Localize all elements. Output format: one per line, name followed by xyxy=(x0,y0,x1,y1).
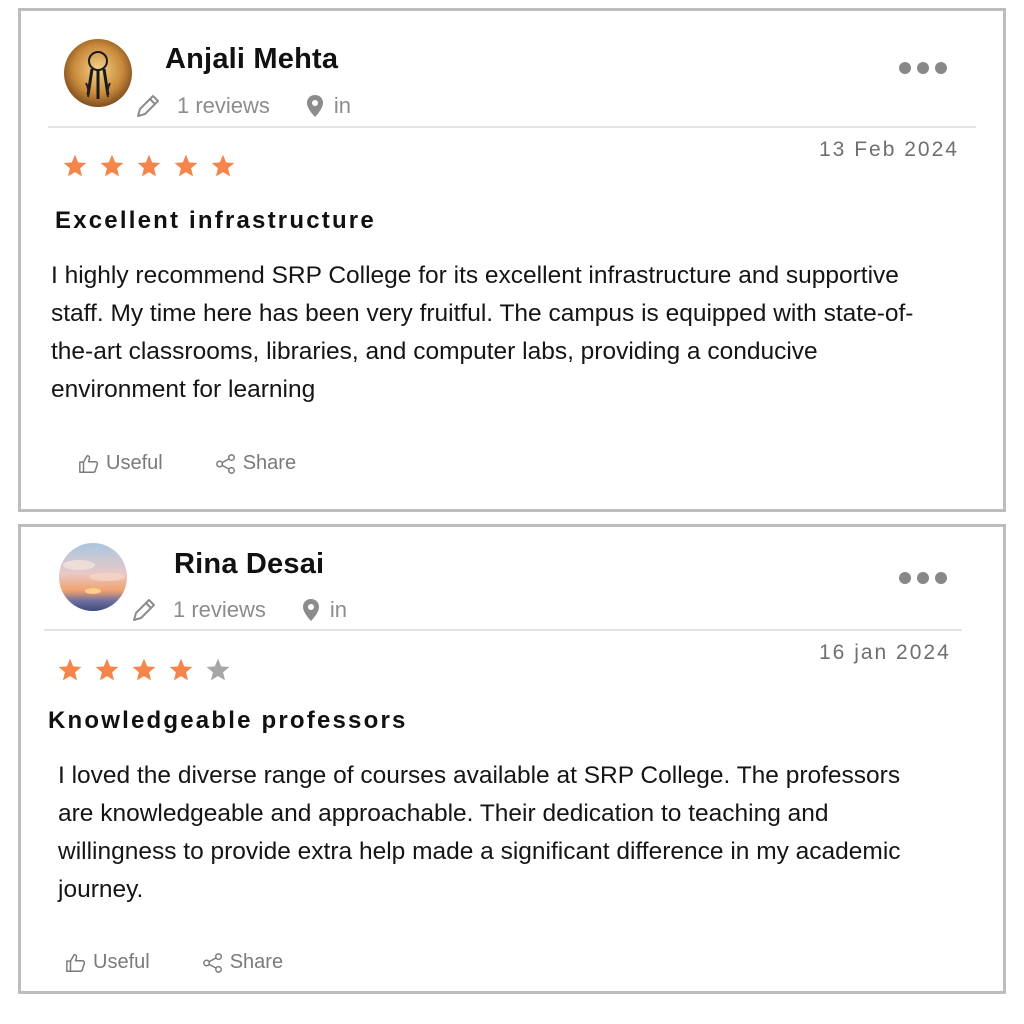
review-date: 16 jan 2024 xyxy=(819,641,951,664)
reviews-count: 1 reviews xyxy=(177,93,270,118)
useful-button[interactable]: Useful xyxy=(65,951,150,974)
review-body: I loved the diverse range of courses ava… xyxy=(58,762,901,903)
thumbs-up-icon xyxy=(79,454,99,473)
useful-label: Useful xyxy=(106,452,163,474)
thumbs-up-icon xyxy=(66,953,86,972)
review-title: Excellent infrastructure xyxy=(55,207,376,234)
star-rating xyxy=(62,153,236,179)
star-icon xyxy=(100,154,124,177)
pencil-icon xyxy=(137,95,159,117)
star-empty-icon xyxy=(206,658,230,681)
location-pin-icon xyxy=(306,95,323,117)
star-icon xyxy=(174,154,198,177)
review-actions: Useful Share xyxy=(78,452,348,475)
review-actions: Useful Share xyxy=(65,951,335,974)
review-body: I highly recommend SRP College for its e… xyxy=(51,262,914,403)
location-text: in xyxy=(329,597,348,622)
share-icon xyxy=(215,453,235,474)
divider xyxy=(44,629,962,631)
review-card: Rina Desai 1 reviews in 16 jan 2024 Know… xyxy=(18,524,1006,994)
reviews-count: 1 reviews xyxy=(173,597,266,622)
more-options-icon[interactable] xyxy=(899,62,947,74)
more-options-icon[interactable] xyxy=(899,572,947,584)
reviewer-name[interactable]: Rina Desai xyxy=(174,548,324,581)
share-button[interactable]: Share xyxy=(202,951,283,974)
star-icon xyxy=(63,154,87,177)
share-icon xyxy=(202,952,222,973)
review-date: 13 Feb 2024 xyxy=(819,138,959,161)
reviewer-meta: 1 reviews in xyxy=(129,595,347,625)
star-icon xyxy=(95,658,119,681)
share-label: Share xyxy=(242,452,297,474)
reviewer-name[interactable]: Anjali Mehta xyxy=(165,43,338,76)
dreamcatcher-avatar-icon[interactable] xyxy=(64,39,132,107)
share-button[interactable]: Share xyxy=(215,452,296,475)
useful-button[interactable]: Useful xyxy=(78,452,163,475)
star-icon xyxy=(137,154,161,177)
sunset-avatar-icon[interactable] xyxy=(59,543,127,611)
divider xyxy=(48,126,976,128)
star-icon xyxy=(169,658,193,681)
location-pin-icon xyxy=(302,599,319,621)
reviewer-meta: 1 reviews in xyxy=(133,91,351,121)
share-label: Share xyxy=(229,951,284,973)
location-text: in xyxy=(333,93,352,118)
review-card: Anjali Mehta 1 reviews in 13 Feb 2024 Ex… xyxy=(18,8,1006,512)
star-rating xyxy=(57,657,231,683)
star-icon xyxy=(211,154,235,177)
useful-label: Useful xyxy=(93,951,150,973)
star-icon xyxy=(58,658,82,681)
pencil-icon xyxy=(133,599,155,621)
review-title: Knowledgeable professors xyxy=(48,707,408,734)
star-icon xyxy=(132,658,156,681)
